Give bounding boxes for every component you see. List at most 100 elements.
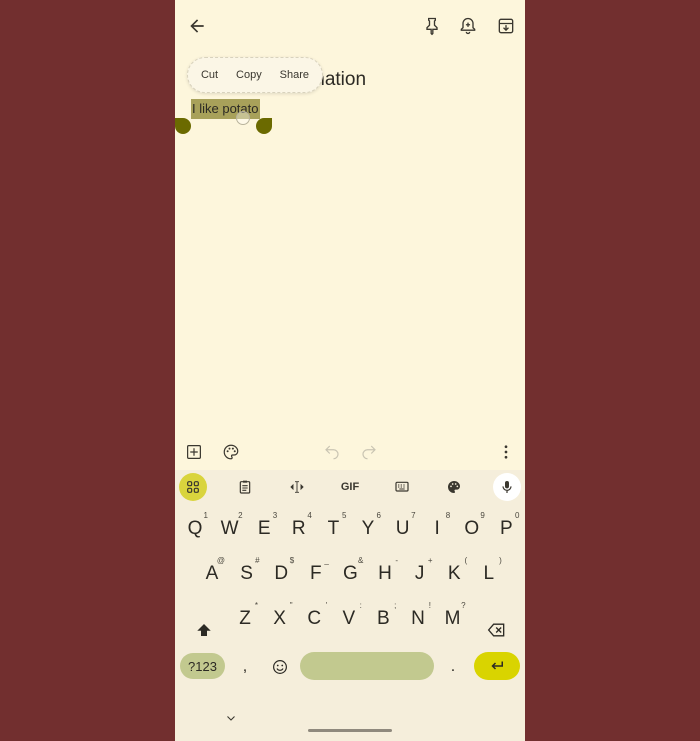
gif-button[interactable]: GIF bbox=[335, 473, 365, 501]
key-label: C bbox=[307, 608, 322, 629]
key-label: O bbox=[464, 518, 480, 539]
keyboard-icon[interactable] bbox=[388, 473, 416, 501]
key-label: J bbox=[414, 563, 425, 584]
key-secondary-label: ? bbox=[461, 601, 466, 610]
key-m[interactable]: M? bbox=[439, 601, 467, 637]
key-secondary-label: 0 bbox=[514, 511, 520, 520]
key-label: S bbox=[240, 563, 253, 584]
key-k[interactable]: K( bbox=[440, 556, 468, 592]
key-label: P bbox=[500, 518, 513, 539]
key-secondary-label: 7 bbox=[411, 511, 416, 520]
copy-menu-item[interactable]: Copy bbox=[236, 69, 262, 81]
more-vert-icon[interactable] bbox=[492, 438, 520, 466]
key-secondary-label: 6 bbox=[376, 511, 381, 520]
backspace-key[interactable] bbox=[482, 612, 512, 648]
key-label: I bbox=[434, 518, 440, 539]
microphone-icon[interactable] bbox=[493, 473, 521, 501]
key-s[interactable]: S # bbox=[233, 556, 261, 592]
enter-key[interactable] bbox=[474, 652, 520, 680]
key-label: H bbox=[378, 563, 392, 584]
key-secondary-label: ( bbox=[464, 556, 468, 565]
hide-keyboard-chevron-icon[interactable] bbox=[225, 712, 237, 727]
key-label: Q bbox=[187, 518, 203, 539]
editor-toolbar bbox=[175, 438, 525, 468]
key-label: T bbox=[327, 518, 340, 539]
period-key[interactable]: . bbox=[439, 650, 467, 684]
phone-screen: mation I like potato Cut Copy Share GIF … bbox=[175, 0, 525, 741]
key-secondary-label: : bbox=[359, 601, 362, 610]
key-o[interactable]: O9 bbox=[458, 511, 486, 547]
undo-icon[interactable] bbox=[318, 438, 346, 466]
text-selection-menu: Cut Copy Share bbox=[187, 57, 323, 93]
key-e[interactable]: E3 bbox=[250, 511, 278, 547]
key-z[interactable]: Z * bbox=[231, 601, 259, 637]
key-secondary-label: " bbox=[289, 601, 293, 610]
key-label: L bbox=[483, 563, 495, 584]
key-secondary-label: ' bbox=[325, 601, 328, 610]
share-menu-item[interactable]: Share bbox=[280, 69, 309, 81]
key-secondary-label: 5 bbox=[341, 511, 347, 520]
key-t[interactable]: T5 bbox=[319, 511, 347, 547]
key-label: W bbox=[220, 518, 239, 539]
key-p[interactable]: P0 bbox=[492, 511, 520, 547]
key-w[interactable]: W2 bbox=[216, 511, 244, 547]
reminder-bell-icon[interactable] bbox=[454, 12, 482, 40]
archive-icon[interactable] bbox=[492, 12, 520, 40]
palette-icon[interactable] bbox=[217, 438, 245, 466]
emoji-key[interactable] bbox=[266, 650, 294, 684]
key-l[interactable]: L) bbox=[475, 556, 503, 592]
key-r[interactable]: R4 bbox=[285, 511, 313, 547]
apps-grid-icon[interactable] bbox=[179, 473, 207, 501]
key-j[interactable]: J + bbox=[406, 556, 434, 592]
key-label: M bbox=[444, 608, 461, 629]
shift-key[interactable] bbox=[189, 612, 219, 648]
comma-key[interactable]: , bbox=[231, 650, 259, 684]
key-label: G bbox=[343, 563, 358, 584]
key-label: U bbox=[395, 518, 410, 539]
text-cursor-icon[interactable] bbox=[283, 473, 311, 501]
selection-handle-start[interactable] bbox=[175, 118, 191, 134]
selection-handle-end[interactable] bbox=[256, 118, 272, 134]
back-arrow-icon[interactable] bbox=[183, 12, 211, 40]
key-y[interactable]: Y6 bbox=[354, 511, 382, 547]
key-n[interactable]: N! bbox=[404, 601, 432, 637]
key-b[interactable]: B; bbox=[369, 601, 397, 637]
key-secondary-label: # bbox=[255, 556, 260, 565]
cut-menu-item[interactable]: Cut bbox=[201, 69, 218, 81]
redo-icon[interactable] bbox=[355, 438, 383, 466]
key-label: Y bbox=[361, 518, 375, 539]
key-i[interactable]: I8 bbox=[423, 511, 451, 547]
pin-icon[interactable] bbox=[418, 12, 446, 40]
key-secondary-label: + bbox=[427, 556, 433, 565]
key-secondary-label: 1 bbox=[203, 511, 208, 520]
gesture-nav-bar[interactable] bbox=[308, 729, 392, 732]
key-v[interactable]: V: bbox=[335, 601, 363, 637]
key-f[interactable]: F _ bbox=[302, 556, 330, 592]
key-label: K bbox=[447, 563, 461, 584]
key-label: X bbox=[273, 608, 286, 629]
key-secondary-label: 9 bbox=[480, 511, 485, 520]
key-secondary-label: 3 bbox=[272, 511, 278, 520]
add-box-icon[interactable] bbox=[180, 438, 208, 466]
symbols-key[interactable]: ?123 bbox=[180, 653, 225, 679]
key-label: E bbox=[257, 518, 271, 539]
clipboard-icon[interactable] bbox=[231, 473, 259, 501]
key-secondary-label: - bbox=[395, 556, 398, 565]
key-g[interactable]: G & bbox=[336, 556, 364, 592]
key-label: B bbox=[377, 608, 390, 629]
palette-icon[interactable] bbox=[440, 473, 468, 501]
key-a[interactable]: A @ bbox=[198, 556, 226, 592]
key-secondary-label: * bbox=[254, 601, 258, 610]
key-label: N bbox=[411, 608, 425, 629]
key-label: A bbox=[205, 563, 219, 584]
key-c[interactable]: C ' bbox=[300, 601, 328, 637]
key-h[interactable]: H- bbox=[371, 556, 399, 592]
key-q[interactable]: Q1 bbox=[181, 511, 209, 547]
space-key[interactable] bbox=[300, 652, 434, 680]
key-secondary-label: 8 bbox=[445, 511, 451, 520]
key-d[interactable]: D $ bbox=[267, 556, 295, 592]
key-u[interactable]: U7 bbox=[389, 511, 417, 547]
key-x[interactable]: X " bbox=[266, 601, 294, 637]
key-label: D bbox=[274, 563, 289, 584]
key-secondary-label: ; bbox=[394, 601, 397, 610]
